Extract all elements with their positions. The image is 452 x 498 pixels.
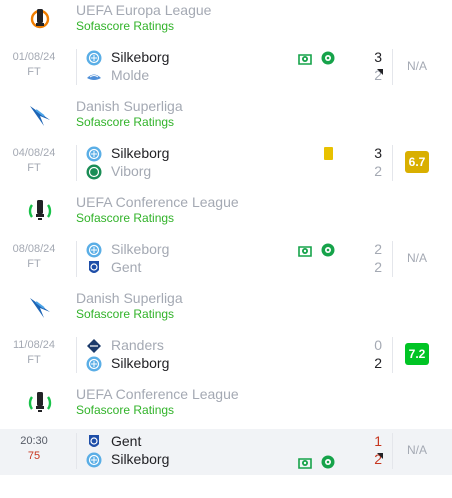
home-score: 3 [374,49,382,65]
tournament-name: UEFA Europa League [76,2,212,18]
molde-crest-icon [86,68,102,84]
match-list: UEFA Europa League Sofascore Ratings 01/… [0,0,452,498]
conference-league-logo-icon [26,388,54,416]
viborg-crest-icon [86,164,102,180]
match-status: FT [27,258,41,270]
tournament-name: Danish Superliga [76,290,183,306]
match-row[interactable]: 08/08/24 FT Silkeborg Gent 2 2 N/A [0,237,452,281]
randers-crest-icon [86,338,102,354]
player-rating: 7.2 [405,343,429,365]
divider [392,337,393,373]
home-score: 2 [374,241,382,257]
player-rating: 6.7 [405,151,429,173]
kickoff-time: 20:30 [20,435,48,447]
match-status: FT [27,354,41,366]
match-date: 04/08/24 [12,147,56,159]
home-team-name: Silkeborg [111,49,170,65]
home-team: Silkeborg [86,145,326,163]
divider [76,49,77,85]
divider [392,145,393,181]
home-team-name: Silkeborg [111,241,170,257]
assist-icon [298,455,312,469]
sofascore-ratings-label: Sofascore Ratings [76,115,175,129]
away-team: Silkeborg [86,451,326,469]
superliga-logo-icon [26,292,54,320]
conference-league-logo-icon [26,196,54,224]
aggregate-marker-icon [377,453,383,459]
sofascore-ratings-label: Sofascore Ratings [76,307,175,321]
away-team-name: Silkeborg [111,355,170,371]
divider [392,433,393,469]
match-status: FT [27,162,41,174]
tournament-name: UEFA Conference League [76,386,239,402]
away-team: Viborg [86,163,326,181]
home-score: 3 [374,145,382,161]
away-team-name: Gent [111,259,142,275]
home-team: Gent [86,433,326,451]
home-team: Randers [86,337,326,355]
divider [76,241,77,277]
home-team: Silkeborg [86,241,326,259]
sofascore-ratings-label: Sofascore Ratings [76,211,175,225]
away-team-name: Viborg [111,163,152,179]
match-row[interactable]: 04/08/24 FT Silkeborg Viborg 3 2 6.7 [0,141,452,185]
home-team-name: Randers [111,337,164,353]
divider [392,49,393,85]
assist-icon [298,51,312,65]
tournament-header[interactable]: UEFA Europa League Sofascore Ratings [0,0,452,36]
player-rating: N/A [406,59,427,73]
home-team-name: Gent [111,433,142,449]
tournament-name: UEFA Conference League [76,194,239,210]
tournament-header[interactable]: Danish Superliga Sofascore Ratings [0,288,452,324]
gent-crest-icon [86,260,102,276]
away-team-name: Silkeborg [111,451,170,467]
tournament-header[interactable]: UEFA Conference League Sofascore Ratings [0,384,452,420]
silkeborg-crest-icon [86,356,102,372]
superliga-logo-icon [26,100,54,128]
silkeborg-crest-icon [86,50,102,66]
away-team: Silkeborg [86,355,326,373]
divider [76,337,77,373]
gent-crest-icon [86,434,102,450]
assist-icon [298,243,312,257]
divider [76,145,77,181]
match-date: 08/08/24 [12,243,56,255]
player-rating: N/A [406,443,427,457]
goal-icon [321,51,335,65]
silkeborg-crest-icon [86,146,102,162]
tournament-header[interactable]: UEFA Conference League Sofascore Ratings [0,192,452,228]
away-team: Molde [86,67,326,85]
away-score: 2 [374,163,382,179]
sofascore-ratings-label: Sofascore Ratings [76,403,175,417]
europa-league-logo-icon [26,4,54,32]
yellow-card-icon [324,147,333,160]
home-score: 1 [374,433,382,449]
tournament-header[interactable]: Danish Superliga Sofascore Ratings [0,96,452,132]
divider [76,433,77,469]
match-date: 11/08/24 [12,339,55,351]
silkeborg-crest-icon [86,452,102,468]
divider [392,241,393,277]
tournament-name: Danish Superliga [76,98,183,114]
sofascore-ratings-label: Sofascore Ratings [76,19,175,33]
silkeborg-crest-icon [86,242,102,258]
match-row[interactable]: 11/08/24 FT Randers Silkeborg 0 2 7.2 [0,333,452,377]
goal-icon [321,243,335,257]
home-score: 0 [374,337,382,353]
away-team: Gent [86,259,326,277]
live-minute: 75 [27,450,41,462]
away-score: 2 [374,259,382,275]
player-rating: N/A [406,251,427,265]
goal-icon [321,455,335,469]
match-status: FT [27,66,41,78]
away-score: 2 [374,355,382,371]
live-match-row[interactable]: 20:30 75 Gent Silkeborg 1 2 N/A [0,429,452,475]
aggregate-marker-icon [377,69,383,75]
home-team: Silkeborg [86,49,326,67]
match-row[interactable]: 01/08/24 FT Silkeborg Molde 3 2 N/A [0,45,452,89]
match-date: 01/08/24 [12,51,56,63]
home-team-name: Silkeborg [111,145,170,161]
away-team-name: Molde [111,67,150,83]
